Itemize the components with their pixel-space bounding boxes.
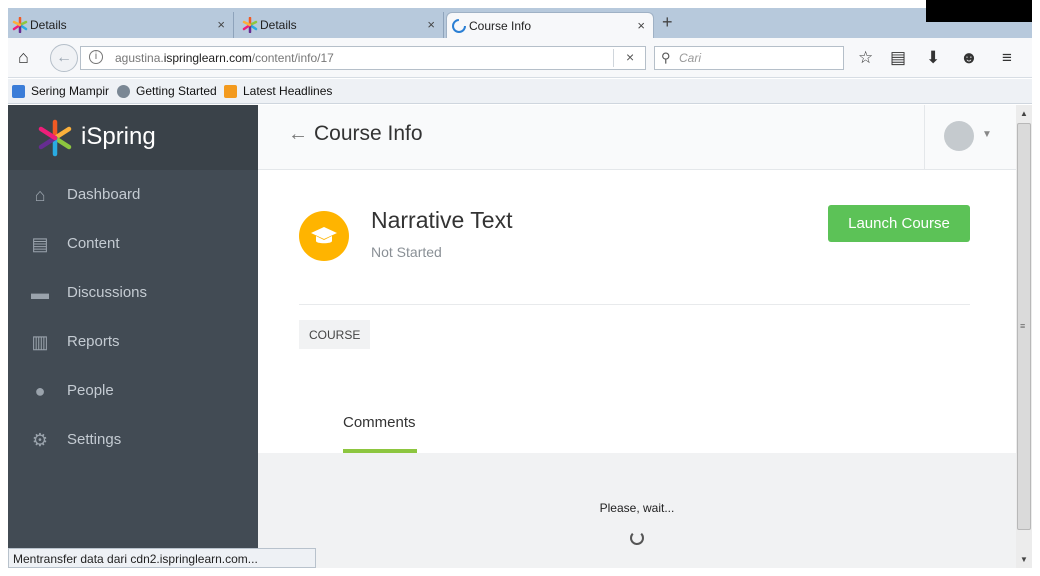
chat-icon: ▬ [31,282,49,303]
close-tab-icon[interactable]: × [637,18,645,33]
page-header: ← Course Info ▼ [258,105,1016,170]
search-icon: ⚲ [661,50,671,65]
brand-name: iSpring [81,123,156,150]
download-icon[interactable]: ⬇ [926,48,940,68]
divider [299,304,970,305]
clear-url-icon[interactable]: × [626,49,634,65]
clipboard-icon: ▤ [31,233,49,254]
bookmark-sering-mampir[interactable]: Sering Mampir [12,84,109,98]
scroll-down-icon[interactable]: ▼ [1020,555,1028,564]
gear-icon: ⚙ [31,429,49,450]
scroll-up-icon[interactable]: ▲ [1020,109,1028,118]
new-tab-button[interactable]: + [662,12,673,33]
clipboard-icon[interactable]: ▤ [890,48,906,68]
sidebar-item-discussions[interactable]: ▬ Discussions [8,268,258,317]
comments-panel: Please, wait... [258,453,1016,568]
close-tab-icon[interactable]: × [427,17,435,32]
launch-course-button[interactable]: Launch Course [828,205,970,242]
status-bar: Mentransfer data dari cdn2.ispringlearn.… [8,548,316,568]
menu-icon[interactable]: ≡ [1002,48,1012,68]
browser-window: Details × Details × Course Info × + ⌂ ← … [8,0,1032,568]
info-icon[interactable]: i [89,50,103,64]
bookmark-folder-icon [12,84,25,98]
home-icon[interactable]: ⌂ [18,47,29,68]
url-text: agustina.ispringlearn.com/content/info/1… [115,51,334,65]
page-title: Course Info [314,122,423,145]
sidebar-item-reports[interactable]: ▥ Reports [8,317,258,366]
navigation-bar: ⌂ ← i agustina.ispringlearn.com/content/… [8,38,1032,78]
search-placeholder: Cari [679,51,702,65]
scrollbar[interactable]: ▲ ≡ ▼ [1016,105,1032,568]
chevron-down-icon[interactable]: ▼ [982,129,992,140]
ispring-favicon-icon [242,17,258,33]
grip-icon: ≡ [1020,321,1026,331]
person-icon: ● [34,380,46,401]
course-icon [299,211,349,261]
brand-logo[interactable]: iSpring [8,105,258,170]
tab-label: Course Info [469,18,532,33]
sidebar: iSpring ⌂ Dashboard ▤ Content ▬ Discussi… [8,105,258,568]
tab-details-2[interactable]: Details × [238,12,444,38]
header-divider [924,105,925,170]
tab-details-1[interactable]: Details × [8,12,234,38]
tab-label: Details [260,18,297,32]
loading-text: Please, wait... [599,501,675,515]
address-bar[interactable]: i agustina.ispringlearn.com/content/info… [80,46,646,70]
bookmark-getting-started[interactable]: Getting Started [117,84,217,98]
titlebar [926,0,1032,22]
avatar[interactable] [944,121,974,151]
bookmark-latest-headlines[interactable]: Latest Headlines [224,84,332,98]
arrow-left-icon: ← [56,49,72,66]
divider [613,49,614,67]
tab-strip: Details × Details × Course Info × + [8,8,1032,38]
ispring-favicon-icon [12,17,28,33]
back-arrow-icon[interactable]: ← [288,123,308,146]
close-tab-icon[interactable]: × [217,17,225,32]
tab-label: Details [30,18,67,32]
graduation-cap-icon [311,227,337,244]
rss-icon [224,84,237,98]
sidebar-item-dashboard[interactable]: ⌂ Dashboard [8,170,258,219]
home-icon: ⌂ [34,184,46,205]
course-title: Narrative Text [371,207,513,233]
search-input[interactable]: ⚲ Cari [654,46,844,70]
sidebar-item-content[interactable]: ▤ Content [8,219,258,268]
main-content: ← Course Info ▼ Narrative Text Not Start… [258,105,1016,568]
ispring-logo-icon [38,119,72,157]
bookmarks-toolbar: Sering Mampir Getting Started Latest Hea… [8,79,1032,104]
tab-comments[interactable]: Comments [343,414,416,431]
sidebar-item-people[interactable]: ● People [8,366,258,415]
bar-chart-icon: ▥ [31,331,49,352]
tab-course-info[interactable]: Course Info × [446,12,654,38]
sidebar-item-settings[interactable]: ⚙ Settings [8,415,258,464]
bookmark-star-icon[interactable]: ☆ [858,48,873,68]
back-button[interactable]: ← [50,44,78,72]
globe-icon [117,84,130,98]
smiley-icon[interactable]: ☻ [960,48,978,68]
spinner-icon [630,531,644,545]
course-status: Not Started [371,244,442,260]
loading-icon [452,19,466,33]
content-type-tag: COURSE [299,320,371,349]
